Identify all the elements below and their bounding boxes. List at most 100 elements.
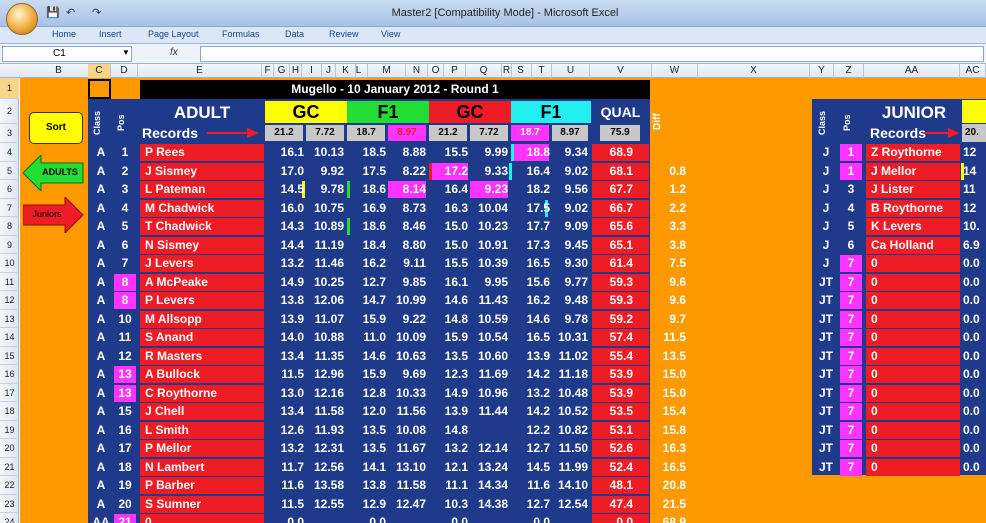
junior-name-cell[interactable]: Z Roythorne <box>866 144 960 161</box>
junior-name-cell[interactable]: 0 <box>866 366 960 383</box>
tab-page-layout[interactable]: Page Layout <box>148 29 199 39</box>
column-header: M <box>368 64 406 78</box>
junior-name-cell[interactable]: 0 <box>866 421 960 439</box>
sort-button[interactable]: Sort <box>29 112 83 144</box>
column-header: Y <box>810 64 834 78</box>
junior-name-cell[interactable]: 0 <box>866 440 960 457</box>
driver-name-cell[interactable]: M Allsopp <box>140 310 264 328</box>
undo-icon[interactable]: ↶ <box>66 6 75 19</box>
class-cell: A <box>96 293 106 307</box>
lap-value-cell: 13.5 <box>362 441 386 455</box>
driver-name-cell[interactable]: C Roythorne <box>140 384 264 402</box>
lap-value-cell: 16.4 <box>526 163 550 178</box>
diff-cell: 13.5 <box>662 348 686 363</box>
driver-name-cell[interactable]: P Mellor <box>140 440 264 457</box>
junior-pos-header: Pos <box>842 114 852 132</box>
junior-name-cell[interactable]: 0 <box>866 273 960 291</box>
lap-value-cell: 12.06 <box>313 293 344 307</box>
lap-value-cell: 14.2 <box>526 367 550 381</box>
lap-value-cell: 12.7 <box>362 274 386 289</box>
save-icon[interactable]: 💾 <box>46 6 60 19</box>
junior-pos-cell: 7 <box>840 347 862 365</box>
fx-icon[interactable]: fx <box>170 47 178 58</box>
tab-formulas[interactable]: Formulas <box>222 29 260 39</box>
junior-name-cell[interactable]: 0 <box>866 403 960 420</box>
driver-name-cell[interactable]: T Chadwick <box>140 218 264 235</box>
driver-name-cell[interactable]: S Sumner <box>140 495 264 513</box>
driver-name-cell[interactable]: P Levers <box>140 292 264 309</box>
junior-name-cell[interactable]: K Levers <box>866 218 960 235</box>
lap-value-cell: 13.58 <box>313 478 344 492</box>
lap-value-cell: 14.8 <box>444 311 468 326</box>
driver-name-cell[interactable]: J Levers <box>140 255 264 272</box>
driver-name-cell[interactable]: P Barber <box>140 477 264 494</box>
diff-cell: 68.9 <box>662 515 686 523</box>
lap-value-cell: 12.31 <box>313 441 344 455</box>
lap-value-cell: 10.75 <box>313 200 344 215</box>
pos-cell: 5 <box>121 219 129 233</box>
junior-name-cell[interactable]: 0 <box>866 347 960 365</box>
office-button[interactable] <box>6 3 38 35</box>
tab-view[interactable]: View <box>381 29 400 39</box>
column-header: F <box>262 64 274 78</box>
junior-name-cell[interactable]: 0 <box>866 329 960 346</box>
tab-review[interactable]: Review <box>329 29 359 39</box>
row-header: 14 <box>0 328 19 347</box>
qual-score-cell: 65.1 <box>592 236 649 254</box>
driver-name-cell[interactable]: M Chadwick <box>140 199 264 217</box>
group-header: QUAL <box>592 101 649 123</box>
driver-name-cell[interactable]: 0 <box>140 514 264 523</box>
row-header: 18 <box>0 402 19 421</box>
driver-name-cell[interactable]: N Sismey <box>140 236 264 254</box>
junior-name-cell[interactable]: J Lister <box>866 181 960 198</box>
row-header: 4 <box>0 143 19 162</box>
tab-data[interactable]: Data <box>285 29 304 39</box>
diff-cell: 7.5 <box>669 256 686 270</box>
lap-value-cell: 10.09 <box>395 330 426 344</box>
junior-name-cell[interactable]: B Roythorne <box>866 199 960 217</box>
junior-arrow-right-icon <box>924 128 960 138</box>
junior-name-cell[interactable]: 0 <box>866 310 960 328</box>
column-header: Q <box>466 64 502 78</box>
junior-name-cell[interactable]: 0 <box>866 255 960 272</box>
tab-home[interactable]: Home <box>52 29 76 39</box>
junior-name-cell[interactable]: Ca Holland <box>866 236 960 254</box>
qual-score-cell: 66.7 <box>592 199 649 217</box>
lap-value-cell: 8.88 <box>402 145 426 159</box>
name-box[interactable]: C1 <box>2 46 132 62</box>
driver-name-cell[interactable]: J Sismey <box>140 162 264 180</box>
active-cell[interactable] <box>88 79 111 99</box>
junior-name-cell[interactable]: 0 <box>866 384 960 402</box>
driver-name-cell[interactable]: A McPeake <box>140 273 264 291</box>
formula-input[interactable] <box>200 46 984 62</box>
driver-name-cell[interactable]: L Smith <box>140 421 264 439</box>
redo-icon[interactable]: ↷ <box>92 6 101 19</box>
lap-value-cell: 13.2 <box>280 256 304 270</box>
lap-value-cell: 17.2 <box>444 163 468 178</box>
tab-insert[interactable]: Insert <box>99 29 122 39</box>
chevron-down-icon[interactable]: ▼ <box>122 48 130 57</box>
junior-record-value: 20. <box>962 124 986 142</box>
lap-value-cell: 10.13 <box>313 145 344 159</box>
driver-name-cell[interactable]: J Chell <box>140 403 264 420</box>
driver-name-cell[interactable]: R Masters <box>140 347 264 365</box>
class-cell: A <box>96 311 106 326</box>
pos-cell: 1 <box>121 145 129 159</box>
junior-name-cell[interactable]: 0 <box>866 292 960 309</box>
driver-name-cell[interactable]: P Rees <box>140 144 264 161</box>
diff-cell: 1.2 <box>669 182 686 196</box>
driver-name-cell[interactable]: L Pateman <box>140 181 264 198</box>
junior-name-cell[interactable]: 0 <box>866 458 960 476</box>
record-value: 18.7 <box>347 125 385 141</box>
lap-value-cell: 17.5 <box>526 200 550 215</box>
driver-name-cell[interactable]: S Anand <box>140 329 264 346</box>
row-header: 15 <box>0 347 19 365</box>
lap-value-cell: 11.56 <box>396 404 426 418</box>
junior-pos-cell: 1 <box>840 162 862 180</box>
junior-score-cell: 0.0 <box>963 293 980 307</box>
junior-class-cell: JT <box>818 330 833 344</box>
lap-value-cell: 13.10 <box>395 459 426 474</box>
driver-name-cell[interactable]: N Lambert <box>140 458 264 476</box>
driver-name-cell[interactable]: A Bullock <box>140 366 264 383</box>
junior-name-cell[interactable]: J Mellor <box>866 162 960 180</box>
